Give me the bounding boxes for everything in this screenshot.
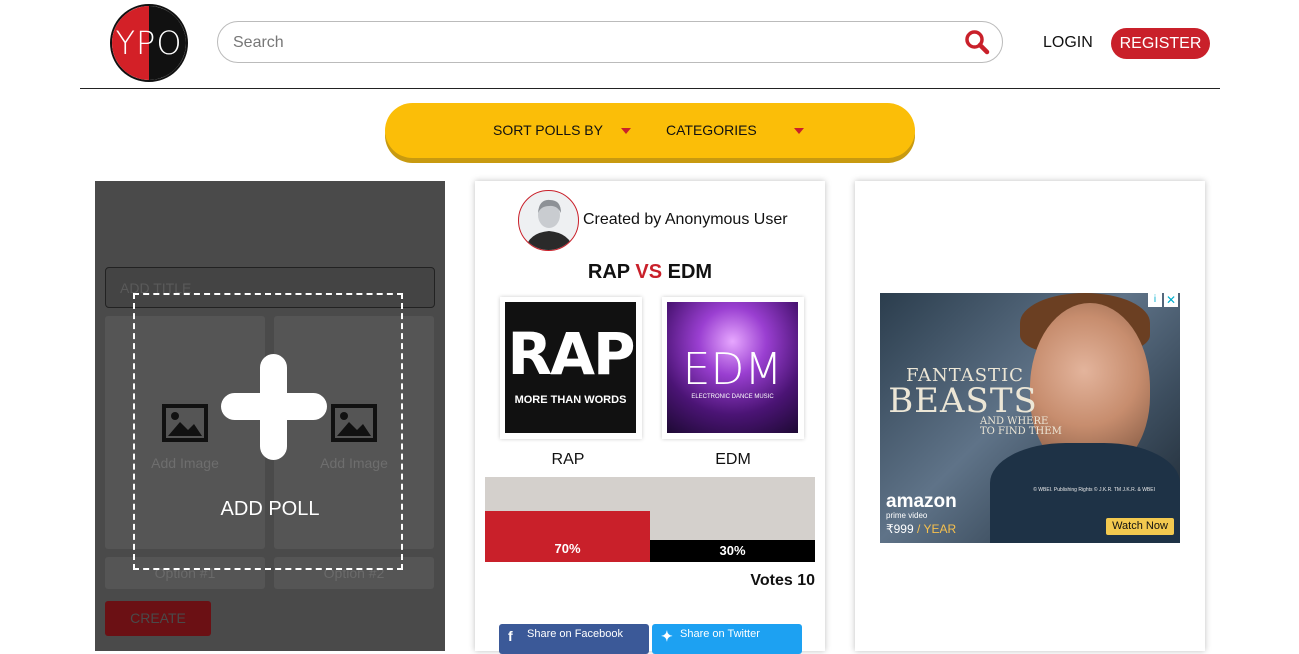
create-poll-card: ADD TITLE Add Image Add Image Option #1 … [95,181,445,651]
edm-artwork-text: EDM [682,344,783,395]
categories-chevron-down-icon[interactable] [794,128,804,134]
poll-title: RAP VS EDM [475,261,825,284]
edm-artwork: EDM ELECTRONIC DANCE MUSIC [667,302,798,433]
ad-close-icon[interactable]: ✕ [1164,293,1178,307]
ad-watch-now-button[interactable]: Watch Now [1106,518,1174,535]
user-avatar [518,190,579,251]
poll-title-option-b: EDM [667,261,713,283]
user-silhouette-icon [525,199,574,250]
poll-card: Created by Anonymous User RAP VS EDM RAP… [475,181,825,654]
share-facebook-label: Share on Facebook [527,628,624,640]
ad-title-line3b: TO FIND THEM [980,426,1062,437]
share-twitter-button[interactable]: ✦ Share on Twitter [652,624,802,654]
vote-count: Votes 10 [750,572,815,589]
register-button[interactable]: REGISTER [1111,28,1210,59]
poll-author: Created by Anonymous User [583,211,788,228]
plus-icon-bar[interactable] [221,393,327,420]
categories-dropdown[interactable]: CATEGORIES [666,122,757,138]
ad-price-amount: ₹999 [886,522,914,536]
rap-artwork: RAP MORE THAN WORDS [505,302,636,433]
ad-title-line3: AND WHERE TO FIND THEM [980,417,1062,437]
poll-title-vs: VS [635,261,663,283]
advertisement-banner[interactable]: FANTASTIC BEASTS AND WHERE TO FIND THEM … [880,293,1180,543]
ad-legal-text: © WBEI. Publishing Rights © J.K.R. TM J.… [1033,487,1155,493]
option-a-image[interactable]: RAP MORE THAN WORDS [500,297,642,439]
logo-text: YPO [115,24,183,62]
option-b-label: EDM [715,451,751,468]
option-b-image[interactable]: EDM ELECTRONIC DANCE MUSIC [662,297,804,439]
poll-title-option-a: RAP [587,261,630,283]
site-logo[interactable]: YPO [110,4,188,82]
search-icon[interactable] [964,29,990,55]
share-facebook-button[interactable]: f Share on Facebook [499,624,649,654]
ad-info-icon[interactable]: i [1148,293,1162,307]
search-box[interactable] [217,21,1003,63]
create-button[interactable]: CREATE [105,601,211,636]
ad-title-line2: BEASTS [888,381,1038,421]
option-b-result-bar: 30% [650,540,815,562]
share-twitter-label: Share on Twitter [680,628,760,640]
ad-price: ₹999 / YEAR [886,522,956,536]
rap-artwork-subtext: MORE THAN WORDS [514,394,627,406]
sort-polls-dropdown[interactable]: SORT POLLS BY [493,122,603,138]
ad-brand-sub: prime video [886,511,928,520]
sort-chevron-down-icon[interactable] [621,128,631,134]
poll-results: 70% 30% [485,477,815,562]
login-link[interactable]: LOGIN [1043,34,1093,52]
twitter-icon: ✦ [661,628,673,644]
add-poll-label[interactable]: ADD POLL [95,498,445,521]
search-input[interactable] [233,31,933,55]
ad-card: FANTASTIC BEASTS AND WHERE TO FIND THEM … [855,181,1205,651]
filter-bar: SORT POLLS BY CATEGORIES [385,103,915,158]
facebook-icon: f [508,628,513,644]
option-a-label: RAP [551,451,585,468]
ad-price-period: / YEAR [913,522,957,536]
edm-artwork-subtext: ELECTRONIC DANCE MUSIC [691,394,774,400]
rap-artwork-text: RAP [507,320,635,388]
ad-brand-logo: amazon [886,491,957,512]
option-a-result-bar: 70% [485,511,650,562]
site-header: YPO LOGIN REGISTER [80,0,1220,89]
